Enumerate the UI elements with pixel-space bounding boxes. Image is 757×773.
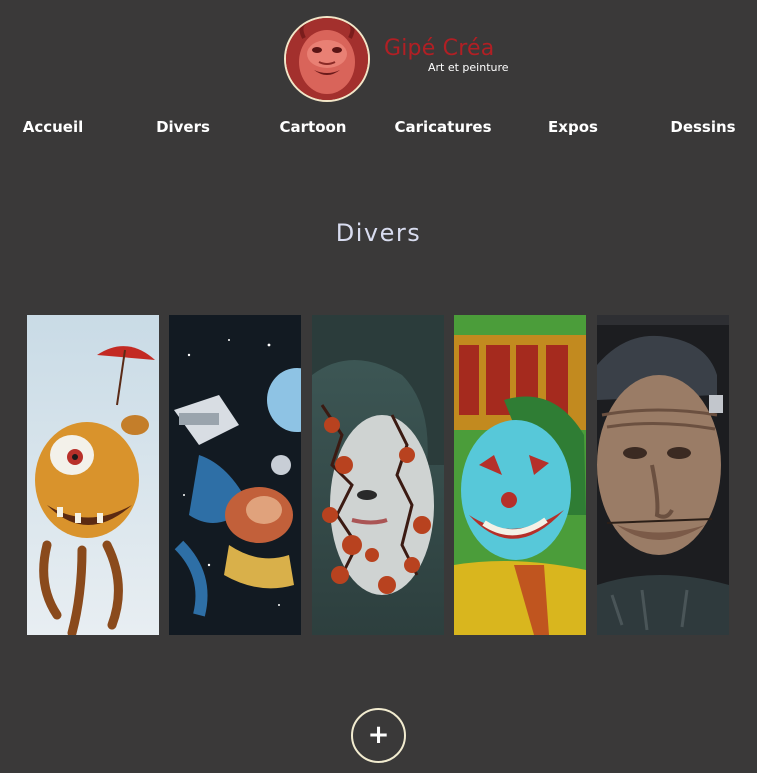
load-more-button[interactable]: + — [351, 708, 406, 763]
brand-tagline: Art et peinture — [428, 61, 509, 74]
red-creature-portrait-icon — [286, 18, 368, 100]
gallery-tile-space-robot[interactable] — [169, 315, 301, 635]
nav-item-accueil[interactable]: Accueil — [0, 118, 118, 136]
nav-item-divers[interactable]: Divers — [118, 118, 248, 136]
section-title: Divers — [335, 219, 422, 247]
nav-item-cartoon[interactable]: Cartoon — [248, 118, 378, 136]
nav-item-caricatures[interactable]: Caricatures — [378, 118, 508, 136]
frankenstein-caricature-painting — [597, 315, 729, 635]
main-nav: Accueil Divers Cartoon Caricatures Expos… — [0, 118, 757, 138]
nav-item-dessins[interactable]: Dessins — [638, 118, 757, 136]
gallery-tile-frankenstein[interactable] — [597, 315, 729, 635]
astronaut-robot-space-painting — [169, 315, 301, 635]
orange-monster-with-umbrella-painting — [27, 315, 159, 635]
gallery-tile-monster-umbrella[interactable] — [27, 315, 159, 635]
nav-item-expos[interactable]: Expos — [508, 118, 638, 136]
gallery-tile-cracked-face[interactable] — [312, 315, 444, 635]
joker-portrait-painting — [454, 315, 586, 635]
plus-icon: + — [367, 719, 390, 750]
woman-face-cracked-red-painting — [312, 315, 444, 635]
logo-avatar[interactable] — [284, 16, 370, 102]
gallery-tile-joker[interactable] — [454, 315, 586, 635]
brand-name[interactable]: Gipé Créa — [384, 36, 494, 61]
